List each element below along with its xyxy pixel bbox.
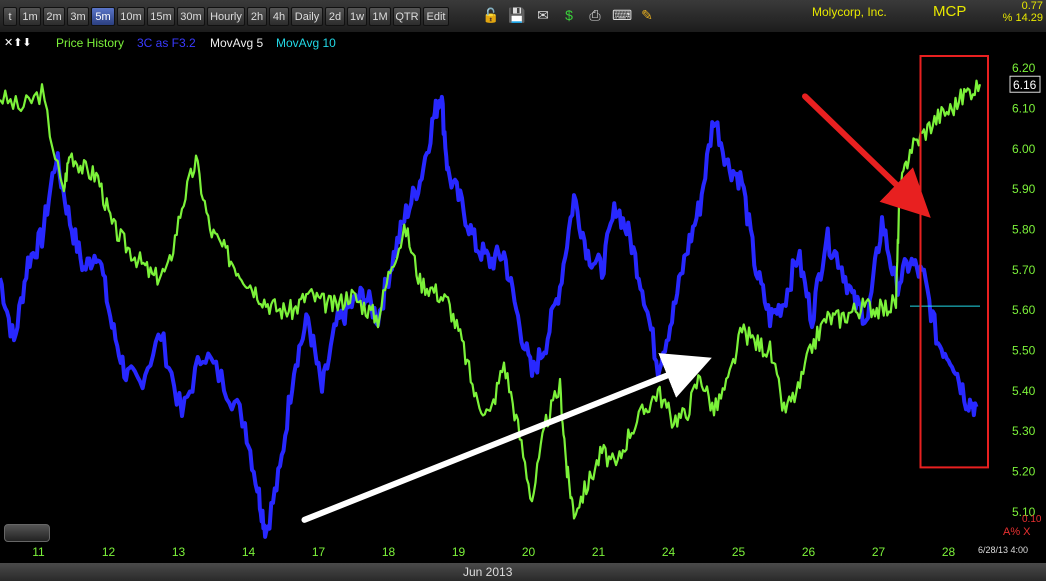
y-tick-label: 6.20 xyxy=(1012,61,1036,75)
series-price-line xyxy=(0,79,982,520)
x-tick-label: 17 xyxy=(312,545,326,559)
lower-pane-label: A% X xyxy=(1003,526,1031,538)
x-tick-label: 14 xyxy=(242,545,256,559)
x-tick-label: 18 xyxy=(382,545,396,559)
x-tick-label: 28 xyxy=(942,545,956,559)
y-tick-label: 5.70 xyxy=(1012,263,1036,277)
x-tick-label: 24 xyxy=(662,545,676,559)
y-tick-label: 5.60 xyxy=(1012,303,1036,317)
y-tick-label: 6.00 xyxy=(1012,142,1036,156)
x-tick-label: 25 xyxy=(732,545,746,559)
x-tick-label: 13 xyxy=(172,545,186,559)
month-label: Jun 2013 xyxy=(463,565,513,579)
y-tick-label: 6.10 xyxy=(1012,101,1036,115)
x-tick-label: 19 xyxy=(452,545,466,559)
y-tick-label: 5.90 xyxy=(1012,182,1036,196)
x-tick-label: 12 xyxy=(102,545,116,559)
y-tick-label: 5.30 xyxy=(1012,424,1036,438)
price-chart[interactable]: 6.20 6.10 6.00 5.90 5.80 5.70 5.60 5.50 5.40 5.30… xyxy=(0,0,1046,563)
x-tick-label: 11 xyxy=(32,545,45,559)
x-tick-label: 21 xyxy=(592,545,606,559)
x-tick-label: 26 xyxy=(802,545,816,559)
lower-label-x: % X xyxy=(1010,526,1031,538)
x-tick-label: 27 xyxy=(872,545,886,559)
y-tick-label: 5.50 xyxy=(1012,343,1036,357)
y-tick-label: 5.80 xyxy=(1012,222,1036,236)
date-stamp: 6/28/13 4:00 xyxy=(978,545,1029,555)
x-tick-label: 20 xyxy=(522,545,536,559)
lower-pane-value: 0.10 xyxy=(1022,514,1042,525)
last-price-label: 6.16 xyxy=(1013,78,1037,92)
scroll-handle[interactable] xyxy=(4,524,50,542)
y-tick-label: 5.20 xyxy=(1012,464,1036,478)
y-tick-label: 5.40 xyxy=(1012,384,1036,398)
month-axis-bar xyxy=(0,563,1046,581)
annotation-arrow-red xyxy=(802,93,931,218)
